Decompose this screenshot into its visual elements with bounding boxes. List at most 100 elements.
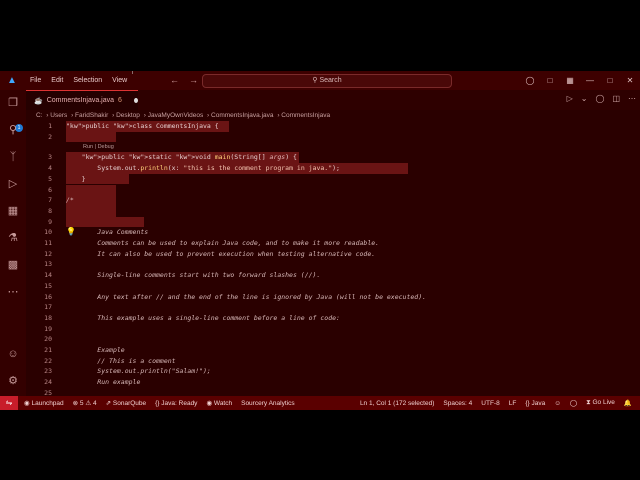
code-line[interactable]: 1 "kw">public "kw">class CommentsInjava {: [26, 121, 640, 132]
explorer-icon[interactable]: ❐: [6, 96, 20, 110]
end-of-line[interactable]: LF: [509, 400, 517, 407]
sourcery-item[interactable]: Sourcery Analytics: [241, 400, 294, 407]
close-icon[interactable]: ✕: [620, 76, 640, 85]
breadcrumb-file[interactable]: CommentsInjava.java: [211, 112, 274, 119]
code-text: }: [66, 174, 86, 183]
feedback-icon[interactable]: ☺: [554, 400, 561, 407]
code-line[interactable]: 13: [26, 259, 640, 270]
code-line[interactable]: 3 "kw">public "kw">static "kw">void main…: [26, 152, 640, 164]
run-icon[interactable]: ▷: [567, 94, 573, 103]
code-text: Example: [66, 346, 125, 354]
title-bar: ▲ File Edit Selection View I ← → ⚲ Searc…: [0, 71, 640, 90]
launchpad-item[interactable]: ◉ Launchpad: [24, 399, 64, 407]
lightbulb-icon[interactable]: 💡: [66, 227, 76, 236]
run-debug-codelens[interactable]: Run | Debug: [83, 144, 114, 150]
code-line[interactable]: 11 Comments can be used to explain Java …: [26, 238, 640, 249]
code-line[interactable]: 12 It can also be used to prevent execut…: [26, 249, 640, 260]
code-line[interactable]: 8: [26, 205, 640, 217]
run-debug-icon[interactable]: ▷: [6, 177, 20, 191]
account-icon[interactable]: ☺: [6, 347, 20, 361]
code-line[interactable]: 2: [26, 131, 640, 143]
forward-arrow-icon[interactable]: →: [189, 75, 198, 85]
testing-icon[interactable]: ⚗: [6, 231, 20, 245]
code-line[interactable]: 16 Any text after // and the end of the …: [26, 292, 640, 303]
more-icon[interactable]: ⋯: [6, 285, 20, 299]
line-number: 7: [48, 196, 52, 205]
code-line[interactable]: 20: [26, 334, 640, 345]
selection-highlight: [66, 131, 116, 143]
problems-item[interactable]: ⊗ 5 ⚠ 4: [73, 399, 97, 407]
menu-selection[interactable]: Selection: [68, 77, 107, 84]
code-line[interactable]: 6: [26, 184, 640, 196]
copilot-status-icon[interactable]: ◯: [570, 399, 577, 407]
code-line[interactable]: 5 }: [26, 173, 640, 185]
search-placeholder: Search: [319, 77, 342, 84]
breadcrumb-folder[interactable]: JavaMyOwnVideos: [148, 112, 204, 119]
sonarqube-item[interactable]: ⇗ SonarQube: [106, 399, 147, 407]
back-arrow-icon[interactable]: ←: [170, 75, 179, 85]
code-line[interactable]: 19: [26, 324, 640, 335]
code-line[interactable]: 17: [26, 302, 640, 313]
code-line[interactable]: 22 // This is a comment: [26, 356, 640, 367]
activity-bar: ❐ 1 ⚲ ᛉ ▷ ▦ ⚗ ▩ ⋯ ☺ ⚙: [0, 90, 26, 396]
unsaved-dot-icon[interactable]: [133, 98, 138, 103]
code-line[interactable]: 18 This example uses a single-line comme…: [26, 313, 640, 324]
code-line[interactable]: 21 Example: [26, 345, 640, 356]
menu-view[interactable]: View: [107, 77, 132, 84]
line-number: 18: [44, 313, 52, 322]
command-search-box[interactable]: ⚲ Search: [202, 74, 452, 88]
code-line[interactable]: 14 Single-line comments start with two f…: [26, 270, 640, 281]
code-line[interactable]: 7 /*: [26, 195, 640, 206]
toggle-panel-icon[interactable]: □: [540, 76, 560, 85]
remote-icon[interactable]: ⇋: [0, 396, 18, 410]
timeline-icon[interactable]: ◯: [595, 94, 604, 103]
line-number: 16: [44, 292, 52, 301]
breadcrumb-user[interactable]: FaridShakir: [75, 112, 108, 119]
breadcrumb-class[interactable]: CommentsInjava: [281, 112, 330, 119]
cursor-position[interactable]: Ln 1, Col 1 (172 selected): [360, 400, 434, 407]
layout-icon[interactable]: ▦: [560, 76, 580, 85]
remote-explorer-icon[interactable]: ▩: [6, 258, 20, 272]
breadcrumb-desktop[interactable]: Desktop: [116, 112, 140, 119]
code-text: "kw">public "kw">static "kw">void main(S…: [81, 153, 297, 162]
copilot-icon[interactable]: ◯: [520, 76, 540, 85]
settings-gear-icon[interactable]: ⚙: [6, 374, 20, 388]
language-mode[interactable]: {} Java: [525, 400, 545, 407]
code-line[interactable]: 4 System.out.println(x: "this is the com…: [26, 163, 640, 174]
java-status-item[interactable]: {} Java: Ready: [155, 400, 197, 407]
split-editor-icon[interactable]: ◫: [612, 94, 620, 103]
code-line[interactable]: 10 Java Comments: [26, 227, 640, 238]
code-line[interactable]: 23 System.out.println("Salam!");: [26, 366, 640, 377]
encoding[interactable]: UTF-8: [481, 400, 499, 407]
error-count: 5: [79, 400, 84, 407]
line-number: 9: [48, 217, 52, 226]
breadcrumb-users[interactable]: Users: [50, 112, 67, 119]
search-view-icon[interactable]: ⚲: [6, 123, 20, 137]
more-actions-icon[interactable]: ⋯: [628, 94, 636, 103]
code-line[interactable]: 25: [26, 388, 640, 396]
line-number: 20: [44, 335, 52, 344]
indentation[interactable]: Spaces: 4: [443, 400, 472, 407]
source-control-icon[interactable]: ᛉ: [6, 150, 20, 164]
code-editor[interactable]: 1 "kw">public "kw">class CommentsInjava {…: [26, 121, 640, 396]
selection-highlight: [66, 216, 144, 228]
line-number: 4: [48, 164, 52, 173]
notifications-bell-icon[interactable]: 🔔: [624, 399, 632, 407]
watch-item[interactable]: ◉ Watch: [206, 399, 232, 407]
line-number: 24: [44, 378, 52, 387]
run-dropdown-chevron-icon[interactable]: ⌄: [581, 94, 588, 103]
tab-comments-injava[interactable]: ☕ CommentsInjava.java 6: [26, 90, 138, 110]
code-line[interactable]: 15: [26, 281, 640, 292]
maximize-icon[interactable]: □: [600, 76, 620, 85]
menu-edit[interactable]: Edit: [46, 77, 68, 84]
line-number: 2: [48, 132, 52, 141]
go-live-item[interactable]: ⧗ Go Live: [586, 399, 615, 407]
minimize-icon[interactable]: —: [580, 76, 600, 85]
code-text: Any text after // and the end of the lin…: [66, 292, 427, 301]
breadcrumb-drive[interactable]: C:: [36, 112, 43, 119]
code-line[interactable]: 9: [26, 216, 640, 228]
code-line[interactable]: 24 Run example: [26, 377, 640, 388]
extensions-icon[interactable]: ▦: [6, 204, 20, 218]
menu-file[interactable]: File: [25, 77, 46, 84]
warning-count: 4: [93, 400, 97, 407]
